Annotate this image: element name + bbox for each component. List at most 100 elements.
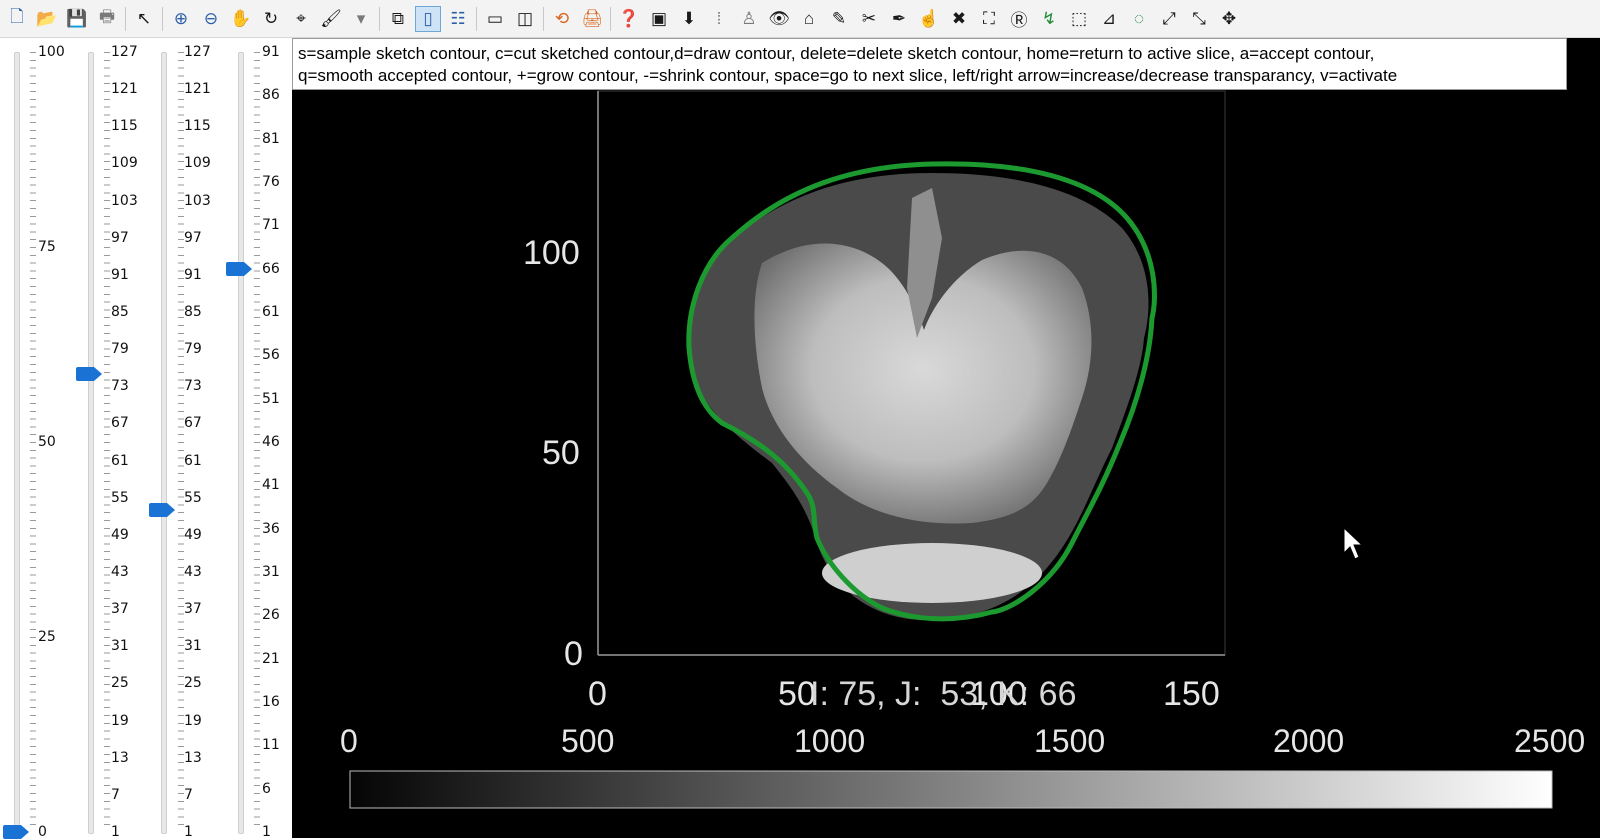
measure-icon[interactable]: ⊿ — [1096, 6, 1122, 32]
slider-2-label: 19 — [111, 712, 129, 729]
region-r-icon[interactable]: Ⓡ — [1006, 6, 1032, 32]
slice-image-plot[interactable] — [292, 38, 1600, 838]
save-icon[interactable]: 💾 — [64, 6, 90, 32]
slider-3-label: 85 — [184, 304, 202, 320]
slider-2-label: 109 — [111, 155, 138, 172]
slider-4-label: 51 — [262, 390, 280, 407]
slider-3-label: 73 — [184, 378, 202, 395]
download-icon[interactable]: ⬇ — [676, 6, 702, 32]
slider-4-label: 61 — [262, 304, 280, 320]
slider-2-label: 55 — [111, 489, 129, 506]
slider-4-label: 56 — [262, 347, 280, 364]
slider-1-label: 25 — [38, 629, 56, 645]
home-icon[interactable]: ⌂ — [796, 6, 822, 32]
slider-4-label: 26 — [262, 607, 280, 624]
slider-3-label: 25 — [184, 675, 202, 692]
image-viewer[interactable]: s=sample sketch contour, c=cut sketched … — [292, 38, 1600, 838]
slider-panel: 100 75 50 25 0 127 121 115 109 103 97 91 85 79 73 67 61 5… — [0, 38, 295, 840]
help-icon[interactable]: ❓ — [616, 6, 642, 32]
slider-1-label: 50 — [38, 434, 56, 450]
slider-3-label: 121 — [184, 81, 211, 98]
toolbar-separator — [379, 6, 380, 31]
brush-icon[interactable]: 🖌 — [318, 6, 344, 32]
slider-2-label: 7 — [111, 786, 120, 803]
toolbar-separator — [125, 6, 126, 31]
slider-1-ticks — [30, 52, 36, 832]
slider-3-label: 115 — [184, 118, 211, 135]
save-contour-icon[interactable]: ▣ — [646, 6, 672, 32]
legend-icon[interactable]: ☷ — [445, 6, 471, 32]
data-cursor-icon[interactable]: ⌖ — [288, 6, 314, 32]
colorbar-gradient — [349, 770, 1553, 809]
slider-3-label: 7 — [184, 786, 193, 803]
mouse-cursor-icon — [1343, 526, 1364, 560]
single-view-icon[interactable]: ▭ — [482, 6, 508, 32]
slider-3-label: 127 — [184, 44, 211, 60]
pen-icon[interactable]: ✒ — [886, 6, 912, 32]
slider-3-label: 67 — [184, 415, 202, 432]
select-box-icon[interactable]: ⬚ — [1066, 6, 1092, 32]
zoom-in-icon[interactable]: ⊕ — [168, 6, 194, 32]
toolbar-separator — [610, 6, 611, 31]
crop-icon[interactable]: ⛶ — [976, 6, 1002, 32]
slider-4-thumb[interactable] — [226, 261, 252, 276]
slider-4-track[interactable] — [238, 52, 244, 834]
multi-view-icon[interactable]: ◫ — [512, 6, 538, 32]
open-folder-icon[interactable]: 📂 — [34, 6, 60, 32]
y-tick-50: 50 — [542, 434, 580, 472]
slider-4-label: 21 — [262, 650, 280, 667]
slider-2-label: 79 — [111, 341, 129, 358]
slider-3-label: 55 — [184, 489, 202, 506]
delete-x-icon[interactable]: ✖ — [946, 6, 972, 32]
grow-contour-icon[interactable]: ↯ — [1036, 6, 1062, 32]
slider-3-label: 37 — [184, 601, 202, 618]
eyedropper-icon[interactable]: ✎ — [826, 6, 852, 32]
link-plot-icon[interactable]: ⧉ — [385, 6, 411, 32]
slider-2-label: 127 — [111, 44, 138, 60]
collapse-icon[interactable]: ⤡ — [1186, 6, 1212, 32]
slider-2-label: 67 — [111, 415, 129, 432]
split-icon[interactable]: ⁞ — [706, 6, 732, 32]
colorbar-tick-0: 0 — [340, 723, 358, 759]
eye-icon[interactable]: 👁 — [766, 6, 792, 32]
colorbar-icon[interactable]: ▯ — [415, 5, 441, 32]
move-icon[interactable]: ✥ — [1216, 6, 1242, 32]
print-figure-icon[interactable]: 🖨 — [579, 6, 605, 32]
refresh-icon[interactable]: ⟲ — [549, 6, 575, 32]
colorbar-tick-2500: 2500 — [1514, 723, 1586, 759]
slider-2-thumb[interactable] — [76, 366, 102, 381]
slider-2-label: 97 — [111, 229, 129, 246]
print-icon[interactable]: 🖶 — [94, 6, 120, 32]
slider-2-label: 115 — [111, 118, 138, 135]
voxel-readout: I: 75, J: 53, K: 66 — [810, 675, 1077, 713]
contour-loop-icon[interactable]: ◌ — [1126, 6, 1152, 32]
slider-4-label: 76 — [262, 174, 280, 190]
expand-icon[interactable]: ⤢ — [1156, 6, 1182, 32]
rotate-3d-icon[interactable]: ↻ — [258, 6, 284, 32]
scissors-icon[interactable]: ✂ — [856, 6, 882, 32]
dropdown-arrow-icon[interactable]: ▾ — [348, 6, 374, 32]
slider-2-track[interactable] — [88, 52, 94, 834]
grab-hand-icon[interactable]: ☝ — [916, 6, 942, 32]
toolbar: 🗋 📂 💾 🖶 ↖ ⊕ ⊖ ✋ ↻ ⌖ 🖌 ▾ ⧉ ▯ ☷ ▭ ◫ ⟲ 🖨 ❓ ▣ ⬇ ⁞ ♙ 👁 ⌂ ✎ ✂ ✒ ☝ ✖ ⛶ Ⓡ ↯ ⬚ ⊿ ◌ ⤢ ⤡ ✥ — [0, 0, 1600, 38]
slider-2-label: 73 — [111, 378, 129, 395]
slider-4-label: 36 — [262, 520, 280, 537]
ghost-icon[interactable]: ♙ — [736, 6, 762, 32]
slider-3-label: 19 — [184, 712, 202, 729]
slider-2-label: 43 — [111, 564, 129, 580]
colorbar-tick-1500: 1500 — [1034, 723, 1106, 759]
pan-hand-icon[interactable]: ✋ — [228, 6, 254, 32]
colorbar-tick-1000: 1000 — [794, 723, 866, 759]
zoom-out-icon[interactable]: ⊖ — [198, 6, 224, 32]
slider-3-track[interactable] — [161, 52, 167, 834]
slider-1-track[interactable] — [14, 52, 20, 834]
slider-3-thumb[interactable] — [149, 503, 175, 518]
slider-4-ticks — [254, 52, 260, 832]
colorbar-tick-2000: 2000 — [1273, 723, 1345, 759]
slider-3-label: 49 — [184, 526, 202, 543]
slider-3-label: 109 — [184, 155, 211, 172]
slider-1-thumb[interactable] — [3, 825, 29, 839]
slider-4-label: 16 — [262, 694, 280, 710]
new-icon[interactable]: 🗋 — [4, 6, 30, 32]
pointer-icon[interactable]: ↖ — [131, 6, 157, 32]
